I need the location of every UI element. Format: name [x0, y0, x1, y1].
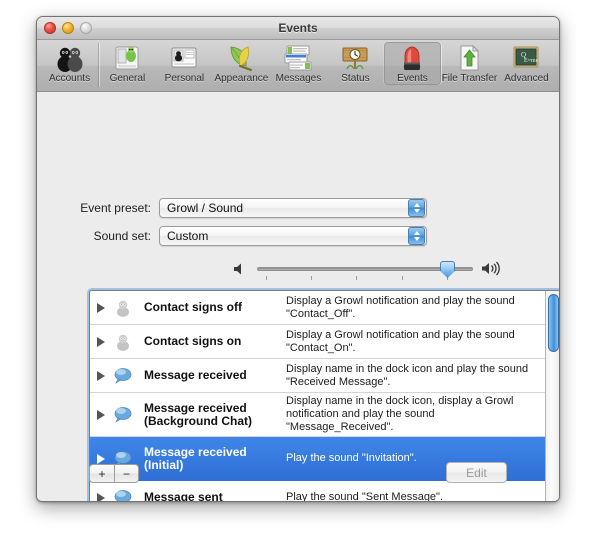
toolbar-item-accounts[interactable]: Accounts: [41, 42, 98, 85]
event-name: Message received: [144, 368, 247, 382]
volume-slider[interactable]: [257, 260, 473, 282]
event-name: Contact signs on: [144, 334, 242, 348]
table-row[interactable]: Contact signs on Display a Growl notifica…: [90, 325, 545, 359]
advanced-icon: Q E=mc: [498, 43, 555, 73]
disclosure-triangle-icon[interactable]: [94, 302, 108, 313]
toolbar-item-advanced-label: Advanced: [504, 73, 549, 84]
speaker-mute-icon: [233, 262, 249, 281]
toolbar-item-general-label: General: [109, 73, 146, 84]
status-icon: [327, 43, 384, 73]
toolbar-item-personal-label: Personal: [164, 73, 205, 84]
toolbar-item-general[interactable]: General: [99, 42, 156, 85]
events-bottom-bar: + − Edit: [37, 456, 559, 501]
add-remove-segmented-control: + −: [89, 464, 139, 483]
event-description: Display a Growl notification and play th…: [286, 328, 515, 354]
toolbar-item-advanced[interactable]: Q E=mc Advanced: [498, 42, 555, 85]
toolbar-item-file-transfer-label: File Transfer: [441, 73, 498, 84]
event-preset-label: Event preset:: [80, 201, 151, 215]
chat-bubble-icon: [108, 406, 138, 423]
toolbar-item-messages[interactable]: Messages: [270, 42, 327, 85]
traffic-lights: [44, 22, 92, 34]
sound-set-label: Sound set:: [93, 229, 151, 243]
toolbar-item-appearance-label: Appearance: [214, 73, 269, 84]
toolbar-item-appearance[interactable]: Appearance: [213, 42, 270, 85]
person-gray-icon: [108, 299, 138, 317]
accounts-icon: [41, 43, 98, 73]
toolbar-item-status[interactable]: Status: [327, 42, 384, 85]
edit-button[interactable]: Edit: [446, 462, 507, 483]
event-preset-value: Growl / Sound: [167, 201, 244, 215]
events-pane: Event preset: Growl / Sound Sound set: C…: [37, 92, 559, 501]
general-icon: [99, 43, 156, 73]
event-preset-row: Event preset: Growl / Sound: [37, 198, 559, 218]
volume-slider-row: [233, 258, 503, 284]
chevron-updown-icon[interactable]: [408, 199, 425, 217]
disclosure-triangle-icon[interactable]: [94, 370, 108, 381]
event-preset-dropdown[interactable]: Growl / Sound: [159, 198, 427, 218]
toolbar-item-messages-label: Messages: [275, 73, 322, 84]
svg-text:E=mc: E=mc: [524, 58, 539, 64]
add-event-button[interactable]: +: [89, 464, 114, 483]
preferences-window: Events Accounts General Personal Appeara…: [36, 16, 560, 502]
event-name: Message received (Background Chat): [144, 400, 252, 428]
table-row[interactable]: Message received (Background Chat) Displa…: [90, 393, 545, 437]
remove-event-button[interactable]: −: [114, 464, 139, 483]
window-titlebar: Events: [37, 17, 559, 40]
preferences-toolbar: Accounts General Personal Appearance Mes…: [37, 40, 559, 92]
zoom-button-icon[interactable]: [80, 22, 92, 34]
chat-bubble-icon: [108, 367, 138, 384]
sound-set-dropdown[interactable]: Custom: [159, 226, 427, 246]
toolbar-item-events[interactable]: Events: [383, 42, 441, 85]
disclosure-triangle-icon[interactable]: [94, 336, 108, 347]
events-icon: [384, 43, 441, 73]
sound-set-row: Sound set: Custom: [37, 226, 559, 246]
window-title: Events: [278, 21, 318, 35]
messages-icon: [270, 43, 327, 73]
scrollbar-thumb[interactable]: [548, 294, 559, 352]
table-row[interactable]: Contact signs off Display a Growl notific…: [90, 291, 545, 325]
sound-set-value: Custom: [167, 229, 209, 243]
personal-icon: [156, 43, 213, 73]
disclosure-triangle-icon[interactable]: [94, 409, 108, 420]
event-name: Contact signs off: [144, 300, 242, 314]
file-transfer-icon: [441, 43, 498, 73]
toolbar-item-accounts-label: Accounts: [48, 73, 91, 84]
event-description: Display name in the dock icon and play t…: [286, 362, 529, 388]
event-description: Display a Growl notification and play th…: [286, 294, 515, 320]
volume-slider-ticks: [257, 276, 473, 282]
toolbar-item-status-label: Status: [341, 73, 370, 84]
chevron-updown-icon[interactable]: [408, 227, 425, 245]
event-description: Display name in the dock icon, display a…: [286, 395, 514, 433]
table-row[interactable]: Message received Display name in the dock…: [90, 359, 545, 393]
person-gray-icon: [108, 333, 138, 351]
toolbar-item-personal[interactable]: Personal: [156, 42, 213, 85]
toolbar-item-file-transfer[interactable]: File Transfer: [441, 42, 498, 85]
minimize-button-icon[interactable]: [62, 22, 74, 34]
toolbar-item-events-label: Events: [397, 73, 428, 84]
speaker-loud-icon: [481, 261, 503, 281]
close-button-icon[interactable]: [44, 22, 56, 34]
appearance-icon: [213, 43, 270, 73]
